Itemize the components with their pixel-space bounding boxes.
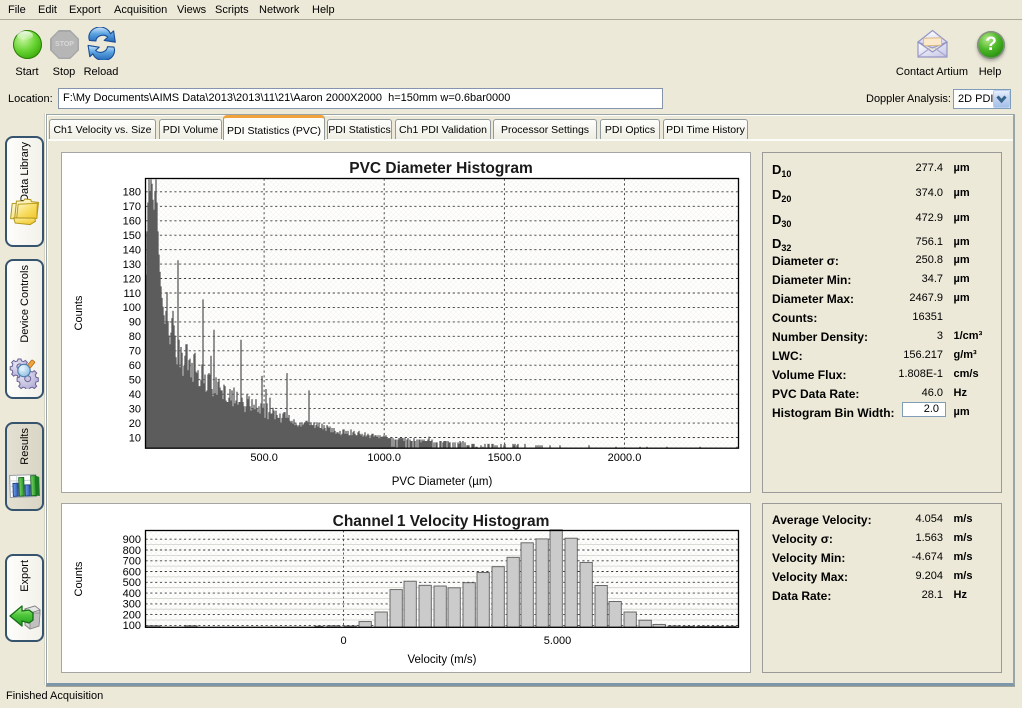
svg-text:150: 150	[123, 230, 141, 242]
svg-text:180: 180	[123, 187, 141, 199]
svg-text:200: 200	[123, 609, 141, 621]
svg-text:100: 100	[123, 620, 141, 632]
svg-text:40: 40	[129, 389, 141, 401]
svg-text:100: 100	[123, 302, 141, 314]
svg-text:Channel 1 Velocity Histogram: Channel 1 Velocity Histogram	[333, 513, 550, 530]
svg-text:160: 160	[123, 216, 141, 228]
svg-text:700: 700	[123, 556, 141, 568]
svg-text:30: 30	[129, 403, 141, 415]
svg-text:PVC Diameter (µm): PVC Diameter (µm)	[392, 476, 493, 488]
svg-text:1000.0: 1000.0	[367, 452, 401, 464]
svg-text:170: 170	[123, 201, 141, 213]
svg-text:20: 20	[129, 418, 141, 430]
svg-text:900: 900	[123, 534, 141, 546]
svg-text:70: 70	[129, 346, 141, 358]
svg-text:80: 80	[129, 331, 141, 343]
svg-text:Velocity (m/s): Velocity (m/s)	[407, 654, 476, 666]
svg-text:120: 120	[123, 273, 141, 285]
svg-text:140: 140	[123, 245, 141, 257]
svg-text:110: 110	[123, 288, 141, 300]
svg-text:5.000: 5.000	[544, 635, 572, 647]
svg-text:10: 10	[129, 432, 141, 444]
svg-text:800: 800	[123, 545, 141, 557]
svg-text:1500.0: 1500.0	[488, 452, 522, 464]
svg-text:500.0: 500.0	[250, 452, 278, 464]
svg-text:60: 60	[129, 360, 141, 372]
svg-text:PVC Diameter Histogram: PVC Diameter Histogram	[349, 160, 532, 177]
svg-text:50: 50	[129, 375, 141, 387]
svg-text:500: 500	[123, 577, 141, 589]
svg-text:Counts: Counts	[73, 561, 85, 596]
svg-text:2000.0: 2000.0	[608, 452, 642, 464]
svg-text:Counts: Counts	[73, 295, 85, 330]
svg-text:300: 300	[123, 599, 141, 611]
svg-text:0: 0	[340, 635, 346, 647]
svg-text:130: 130	[123, 259, 141, 271]
svg-text:400: 400	[123, 588, 141, 600]
svg-text:600: 600	[123, 566, 141, 578]
svg-text:90: 90	[129, 317, 141, 329]
